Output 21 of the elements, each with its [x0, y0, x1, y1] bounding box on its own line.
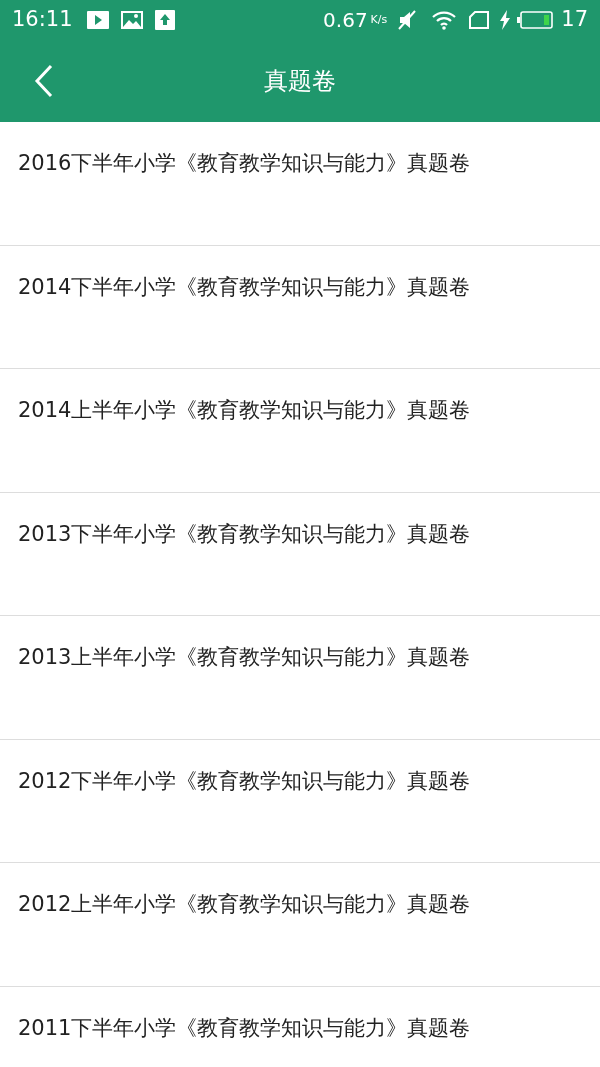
network-speed: 0.67 [323, 7, 368, 34]
upload-icon [154, 10, 175, 30]
play-icon [86, 11, 109, 29]
paper-item[interactable]: 2013上半年小学《教育教学知识与能力》真题卷 [0, 616, 600, 740]
speed-unit: K/s [370, 11, 388, 28]
paper-item[interactable]: 2014上半年小学《教育教学知识与能力》真题卷 [0, 369, 600, 493]
paper-item[interactable]: 2011下半年小学《教育教学知识与能力》真题卷 [0, 986, 600, 1067]
page-title: 真题卷 [263, 66, 337, 97]
sim-card-icon [469, 11, 490, 29]
image-icon [120, 11, 143, 29]
battery-icon [517, 11, 554, 29]
paper-item[interactable]: 2012下半年小学《教育教学知识与能力》真题卷 [0, 739, 600, 863]
back-icon [34, 64, 54, 98]
wifi-icon [431, 9, 458, 31]
paper-item[interactable]: 2013下半年小学《教育教学知识与能力》真题卷 [0, 492, 600, 616]
charging-icon [499, 10, 512, 30]
paper-item[interactable]: 2014下半年小学《教育教学知识与能力》真题卷 [0, 245, 600, 369]
battery-percent: 17 [561, 6, 588, 34]
status-time: 16:11 [12, 6, 73, 34]
paper-item[interactable]: 2016下半年小学《教育教学知识与能力》真题卷 [0, 122, 600, 246]
paper-item[interactable]: 2012上半年小学《教育教学知识与能力》真题卷 [0, 863, 600, 987]
